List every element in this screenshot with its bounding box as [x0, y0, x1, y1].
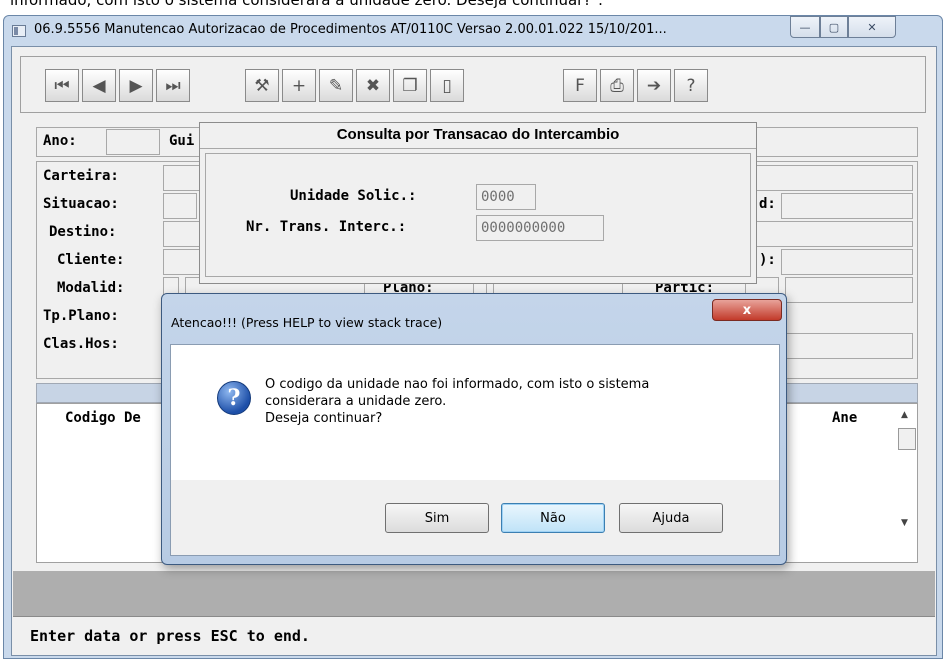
claship-label: Clas.Hos: — [43, 336, 119, 352]
last-record-icon: ⏭ — [165, 75, 181, 96]
dialog-footer: Sim Não Ajuda — [170, 480, 780, 556]
nr-trans-interc-field[interactable]: 0000000000 — [476, 215, 604, 241]
destino-label: Destino: — [49, 224, 117, 240]
toolbar: ⏮ ◀ ▶ ⏭ ⚒ + ✎ ✖ ❐ ▯ F ⎙ ➔ ? — [20, 56, 926, 113]
status-bar-text: Enter data or press ESC to end. — [30, 627, 310, 645]
cliente-label: Cliente: — [57, 252, 125, 268]
help-button[interactable]: ? — [674, 69, 708, 102]
window-title: 06.9.5556 Manutencao Autorizacao de Proc… — [34, 22, 667, 37]
dialog-body: ? O codigo da unidade nao foi informado,… — [170, 344, 780, 480]
print-button[interactable]: ⎙ — [600, 69, 634, 102]
previous-record-button[interactable]: ◀ — [82, 69, 116, 102]
scroll-up-icon[interactable]: ▲ — [901, 410, 908, 420]
situacao-label: Situacao: — [43, 196, 119, 212]
consulta-inner-panel: Unidade Solic.: 0000 Nr. Trans. Interc.:… — [205, 153, 751, 277]
door-icon: ▯ — [442, 75, 452, 96]
guia-label: Gui — [169, 133, 195, 149]
minimize-icon: — — [799, 20, 811, 34]
next-record-button[interactable]: ▶ — [119, 69, 153, 102]
edit-record-button[interactable]: ✎ — [319, 69, 353, 102]
filter-button[interactable]: F — [563, 69, 597, 102]
minimize-button[interactable]: — — [790, 16, 820, 38]
consulta-title: Consulta por Transacao do Intercambio — [200, 123, 756, 149]
right-field-1[interactable] — [781, 193, 913, 219]
claship-right-field[interactable] — [781, 333, 913, 359]
ano-label: Ano: — [43, 133, 77, 149]
message-line-2: considerara a unidade zero. — [265, 394, 447, 409]
maximize-button[interactable]: ▢ — [820, 16, 848, 38]
scroll-thumb[interactable] — [898, 428, 916, 450]
unidade-solic-field[interactable]: 0000 — [476, 184, 536, 210]
close-icon: x — [742, 302, 752, 318]
ano-field[interactable] — [106, 129, 160, 155]
right-label-1: d: — [759, 196, 776, 212]
last-record-button[interactable]: ⏭ — [156, 69, 190, 102]
message-line-3: Deseja continuar? — [265, 411, 383, 426]
search-key-button[interactable]: ⚒ — [245, 69, 279, 102]
previous-record-icon: ◀ — [92, 75, 106, 96]
modalid-label: Modalid: — [57, 280, 125, 296]
dialog-title: Atencao!!! (Press HELP to view stack tra… — [171, 315, 443, 330]
situacao-field[interactable] — [163, 193, 197, 219]
grey-band — [13, 571, 935, 616]
nr-trans-interc-label: Nr. Trans. Interc.: — [246, 219, 407, 235]
ajuda-button[interactable]: Ajuda — [619, 503, 723, 533]
column-ane[interactable]: Ane — [832, 410, 857, 426]
app-icon — [12, 25, 26, 37]
right-field-2[interactable] — [781, 249, 913, 275]
message-line-1: O codigo da unidade nao foi informado, c… — [265, 377, 650, 392]
delete-record-icon: ✖ — [365, 75, 381, 96]
first-record-icon: ⏮ — [54, 75, 70, 96]
close-button[interactable]: ✕ — [848, 16, 896, 38]
exit-icon: ➔ — [646, 75, 662, 96]
edit-record-icon: ✎ — [328, 75, 344, 96]
tpplano-label: Tp.Plano: — [43, 308, 119, 324]
partic-desc-field — [785, 277, 913, 303]
unidade-solic-label: Unidade Solic.: — [290, 188, 417, 204]
next-record-icon: ▶ — [129, 75, 143, 96]
grid-scrollbar[interactable]: ▲ ▼ — [897, 408, 917, 558]
door-button[interactable]: ▯ — [430, 69, 464, 102]
search-key-icon: ⚒ — [254, 75, 270, 96]
copy-record-icon: ❐ — [402, 75, 418, 96]
right-label-2: ): — [759, 252, 776, 268]
column-codigo[interactable]: Codigo De — [65, 410, 141, 426]
add-record-button[interactable]: + — [282, 69, 316, 102]
consulta-dialog: Consulta por Transacao do Intercambio Un… — [199, 122, 757, 284]
attention-dialog: Atencao!!! (Press HELP to view stack tra… — [161, 293, 787, 565]
carteira-label: Carteira: — [43, 168, 119, 184]
scroll-down-icon[interactable]: ▼ — [901, 518, 908, 528]
dialog-close-button[interactable]: x — [712, 299, 782, 321]
add-record-icon: + — [291, 75, 307, 96]
maximize-icon: ▢ — [828, 20, 840, 34]
sim-button[interactable]: Sim — [385, 503, 489, 533]
filter-icon: F — [575, 75, 585, 96]
close-icon: ✕ — [867, 20, 877, 34]
help-icon: ? — [686, 75, 696, 96]
question-icon: ? — [217, 381, 251, 415]
nao-button[interactable]: Não — [501, 503, 605, 533]
copy-record-button[interactable]: ❐ — [393, 69, 427, 102]
status-separator — [13, 616, 935, 617]
delete-record-button[interactable]: ✖ — [356, 69, 390, 102]
print-icon: ⎙ — [610, 75, 624, 96]
caption-text: informado, com isto o sistema considerar… — [10, 0, 603, 9]
exit-button[interactable]: ➔ — [637, 69, 671, 102]
title-bar[interactable]: 06.9.5556 Manutencao Autorizacao de Proc… — [4, 16, 942, 46]
first-record-button[interactable]: ⏮ — [45, 69, 79, 102]
